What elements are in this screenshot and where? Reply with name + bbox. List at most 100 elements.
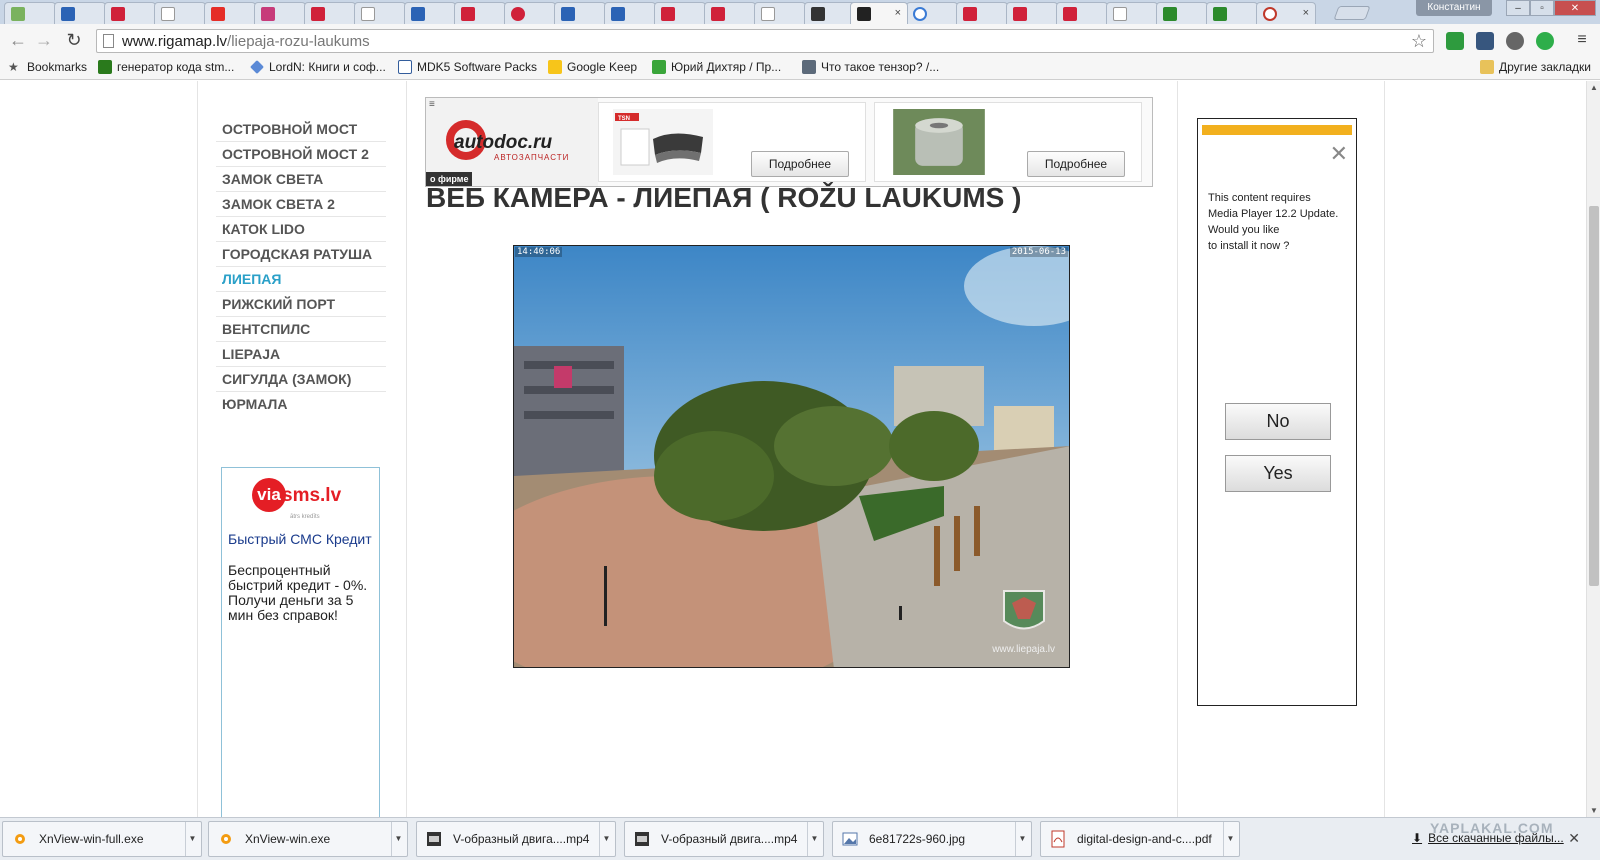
tab-close-icon[interactable]: × — [1303, 7, 1309, 19]
extension-icon[interactable] — [1536, 32, 1554, 50]
menu-item[interactable]: СИГУЛДА (ЗАМОК) — [216, 367, 386, 392]
menu-item-active[interactable]: ЛИЕПАЯ — [216, 267, 386, 292]
browser-tab[interactable] — [204, 2, 256, 24]
new-tab-button[interactable] — [1333, 6, 1371, 20]
video-file-icon — [635, 832, 649, 846]
pdf-file-icon — [1051, 830, 1065, 848]
active-browser-tab[interactable]: × — [850, 2, 908, 24]
keil-icon — [398, 60, 412, 74]
other-bookmarks[interactable]: Другие закладки — [1480, 60, 1591, 74]
browser-tab[interactable] — [754, 2, 806, 24]
tab-favicon-icon — [963, 6, 977, 21]
show-all-downloads-link[interactable]: ⬇ Все скачанные файлы... — [1412, 831, 1564, 845]
browser-tab[interactable] — [1006, 2, 1058, 24]
chevron-down-icon[interactable]: ▼ — [807, 822, 821, 856]
download-item[interactable]: 6e81722s-960.jpg ▼ — [832, 821, 1032, 857]
browser-tab[interactable] — [906, 2, 958, 24]
browser-tab[interactable] — [354, 2, 406, 24]
bookmark-item[interactable]: Google Keep — [548, 60, 637, 74]
browser-tab[interactable] — [604, 2, 656, 24]
close-downloads-icon[interactable]: ✕ — [1568, 830, 1580, 847]
menu-item[interactable]: ОСТРОВНОЙ МОСТ — [216, 117, 386, 142]
browser-tab[interactable] — [1156, 2, 1208, 24]
browser-tab[interactable] — [504, 2, 556, 24]
tab-close-icon[interactable]: × — [895, 7, 901, 19]
bookmark-item[interactable]: генератор кода stm... — [98, 60, 234, 74]
browser-tab[interactable] — [404, 2, 456, 24]
download-item[interactable]: XnView-win.exe ▼ — [208, 821, 408, 857]
close-icon[interactable]: ✕ — [1330, 143, 1348, 165]
sms-credit-ad[interactable]: viasms.lv ātrs kredīts Быстрый СМС Креди… — [221, 467, 380, 817]
vertical-scrollbar[interactable]: ▲ ▼ — [1586, 81, 1600, 817]
browser-tab[interactable] — [704, 2, 756, 24]
browser-tab[interactable] — [154, 2, 206, 24]
menu-item[interactable]: ОСТРОВНОЙ МОСТ 2 — [216, 142, 386, 167]
autodoc-banner[interactable]: ≡ autodoc.ru АВТОЗАПЧАСТИ о фирме TSN По… — [425, 97, 1153, 187]
chevron-down-icon[interactable]: ▼ — [185, 822, 199, 856]
browser-tab[interactable]: × — [1256, 2, 1316, 24]
extension-icon[interactable] — [1476, 32, 1494, 50]
download-item[interactable]: V-образный двига....mp4 ▼ — [624, 821, 824, 857]
scroll-down-icon[interactable]: ▼ — [1590, 806, 1598, 815]
browser-tab[interactable] — [654, 2, 706, 24]
details-button[interactable]: Подробнее — [751, 151, 849, 177]
address-bar[interactable]: www.rigamap.lv/liepaja-rozu-laukums ☆ — [96, 29, 1434, 53]
browser-tab[interactable] — [956, 2, 1008, 24]
maximize-button[interactable]: ▫ — [1530, 0, 1554, 16]
yes-button[interactable]: Yes — [1225, 455, 1331, 492]
browser-tab[interactable] — [554, 2, 606, 24]
download-item[interactable]: digital-design-and-c....pdf ▼ — [1040, 821, 1240, 857]
window-controls: – ▫ ✕ — [1506, 0, 1596, 16]
chevron-down-icon[interactable]: ▼ — [391, 822, 405, 856]
extension-icon[interactable] — [1446, 32, 1464, 50]
menu-icon[interactable]: ≡ — [429, 99, 435, 110]
menu-item[interactable]: ВЕНТСПИЛС — [216, 317, 386, 342]
ad-title[interactable]: Быстрый СМС Кредит — [228, 532, 376, 547]
browser-tab[interactable] — [104, 2, 156, 24]
menu-item[interactable]: ЗАМОК СВЕТА 2 — [216, 192, 386, 217]
chevron-down-icon[interactable]: ▼ — [1223, 822, 1237, 856]
profile-button[interactable]: Константин — [1416, 0, 1492, 16]
details-button[interactable]: Подробнее — [1027, 151, 1125, 177]
reload-button[interactable]: ↻ — [64, 30, 84, 50]
download-item[interactable]: XnView-win-full.exe ▼ — [2, 821, 202, 857]
menu-icon[interactable]: ≡ — [1572, 30, 1592, 50]
bookmark-item[interactable]: Юрий Дихтяр / Пр... — [652, 60, 781, 74]
chevron-down-icon[interactable]: ▼ — [599, 822, 613, 856]
bookmark-item[interactable]: LordN: Книги и соф... — [250, 60, 386, 74]
menu-item[interactable]: РИЖСКИЙ ПОРТ — [216, 292, 386, 317]
browser-tab[interactable] — [254, 2, 306, 24]
menu-item[interactable]: ЮРМАЛА — [216, 392, 386, 417]
menu-item[interactable]: КАТОК LIDO — [216, 217, 386, 242]
autodoc-logo[interactable]: ≡ autodoc.ru АВТОЗАПЧАСТИ о фирме — [426, 98, 598, 186]
no-button[interactable]: No — [1225, 403, 1331, 440]
scroll-up-icon[interactable]: ▲ — [1590, 83, 1598, 92]
browser-tab[interactable] — [804, 2, 856, 24]
extension-icon[interactable] — [1506, 32, 1524, 50]
product-panel[interactable]: Подробнее — [874, 102, 1142, 182]
browser-tab[interactable] — [1056, 2, 1108, 24]
browser-tab[interactable] — [1106, 2, 1158, 24]
browser-tab[interactable] — [4, 2, 56, 24]
menu-item[interactable]: ГОРОДСКАЯ РАТУША — [216, 242, 386, 267]
scrollbar-thumb[interactable] — [1589, 206, 1599, 586]
chevron-down-icon[interactable]: ▼ — [1015, 822, 1029, 856]
product-panel[interactable]: TSN Подробнее — [598, 102, 866, 182]
browser-tab[interactable] — [1206, 2, 1258, 24]
menu-item[interactable]: ЗАМОК СВЕТА — [216, 167, 386, 192]
webcam-image: 14:40:06 2015-06-13 www.liepaja.lv — [513, 245, 1070, 668]
browser-tab[interactable] — [54, 2, 106, 24]
close-window-button[interactable]: ✕ — [1554, 0, 1596, 16]
forward-button[interactable]: → — [34, 30, 54, 50]
browser-tab[interactable] — [304, 2, 356, 24]
bookmark-star-icon[interactable]: ☆ — [1411, 31, 1427, 52]
bookmark-item[interactable]: Что такое тензор? /... — [802, 60, 939, 74]
bookmark-item[interactable]: ★ Bookmarks — [8, 60, 87, 74]
bookmark-item[interactable]: MDK5 Software Packs — [398, 60, 537, 74]
browser-tab[interactable] — [454, 2, 506, 24]
back-button[interactable]: ← — [8, 30, 28, 50]
download-item[interactable]: V-образный двига....mp4 ▼ — [416, 821, 616, 857]
menu-item[interactable]: LIEPAJA — [216, 342, 386, 367]
tab-favicon-icon — [1013, 6, 1027, 21]
minimize-button[interactable]: – — [1506, 0, 1530, 16]
